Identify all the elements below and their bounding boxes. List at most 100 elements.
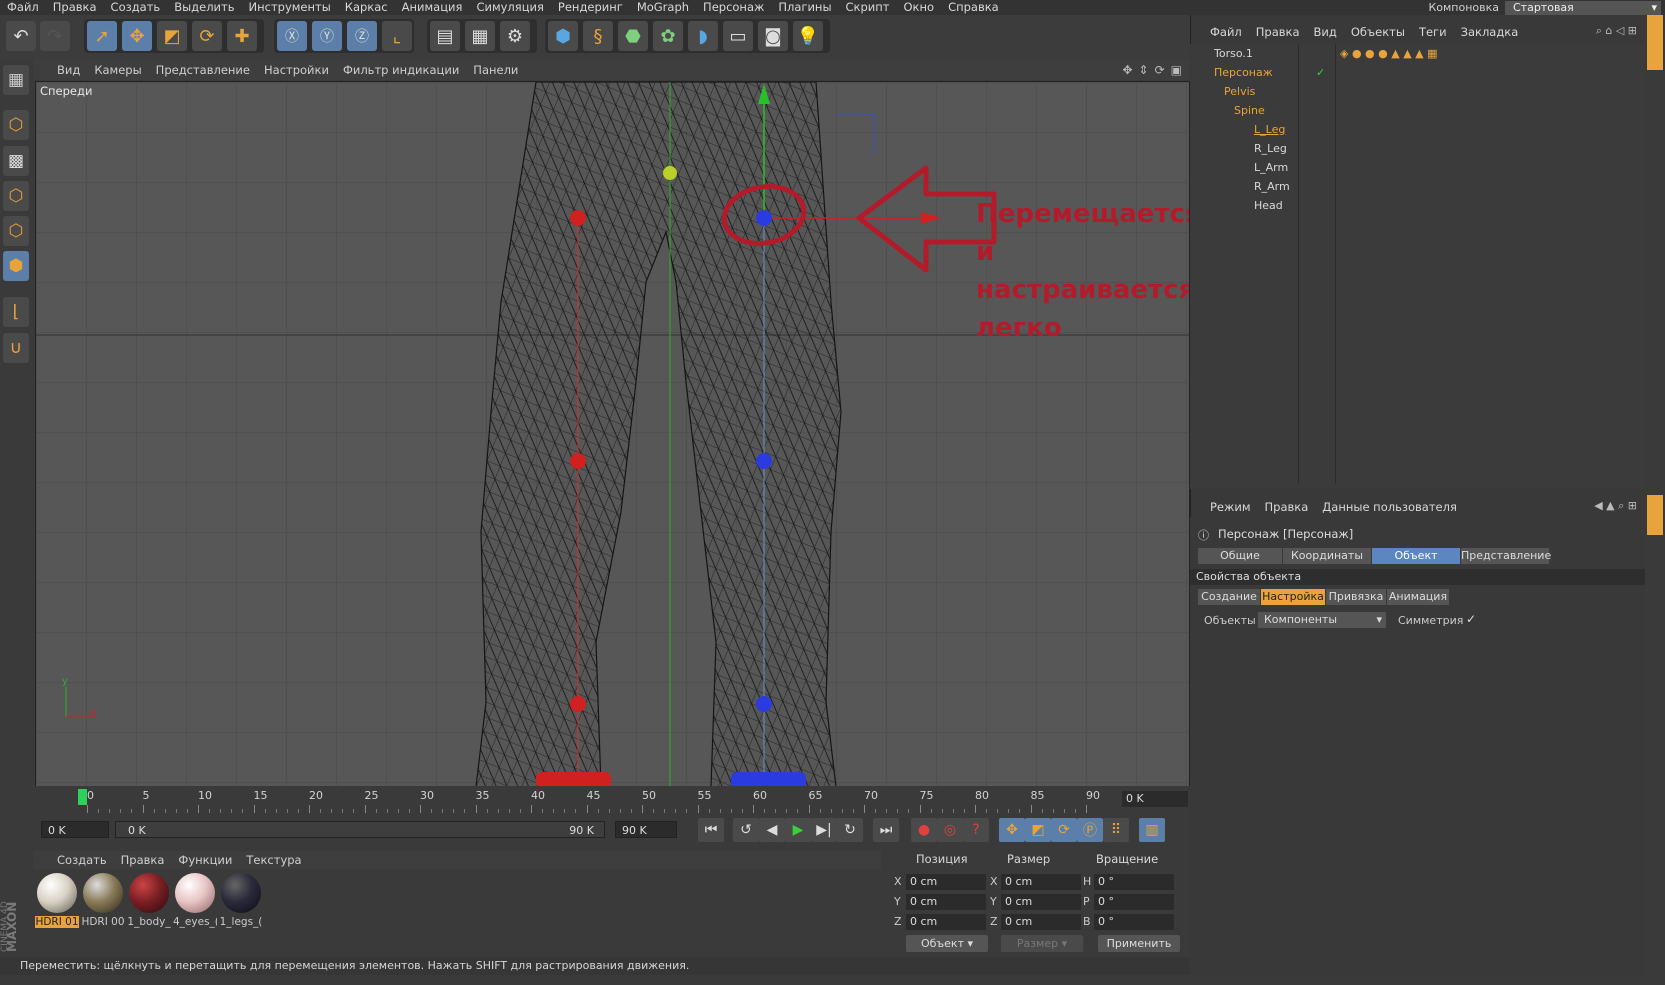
tab-coordinates[interactable]: Координаты <box>1283 548 1371 564</box>
menu-mograph[interactable]: MoGraph <box>630 0 696 14</box>
am-menu-userdata[interactable]: Данные пользователя <box>1315 497 1464 517</box>
vp-menu-display[interactable]: Представление <box>149 60 257 80</box>
deformer-icon[interactable]: ◗ <box>688 21 718 51</box>
menu-edit[interactable]: Правка <box>46 0 104 14</box>
tree-row[interactable]: R_Arm <box>1190 177 1645 196</box>
render-picture-viewer-icon[interactable]: ▦ <box>465 21 495 51</box>
coordinate-system-icon[interactable]: ⌞ <box>382 21 412 51</box>
pos-z-field[interactable]: 0 cm <box>906 914 986 930</box>
tab-object[interactable]: Объект <box>1372 548 1460 564</box>
subdivision-surface-icon[interactable]: ⬣ <box>618 21 648 51</box>
tree-row[interactable]: Spine <box>1190 101 1645 120</box>
timeline-window-icon[interactable]: ▥ <box>1139 818 1165 842</box>
vp-menu-cameras[interactable]: Камеры <box>87 60 148 80</box>
menu-select[interactable]: Выделить <box>167 0 241 14</box>
menu-window[interactable]: Окно <box>897 0 942 14</box>
record-icon[interactable]: ● <box>911 818 937 842</box>
rot-h-field[interactable]: 0 ° <box>1094 874 1174 890</box>
size-y-field[interactable]: 0 cm <box>1001 894 1081 910</box>
mat-menu-texture[interactable]: Текстура <box>239 851 308 869</box>
go-to-end-icon[interactable]: ⏭ <box>873 818 899 842</box>
orbit-icon[interactable]: ⟳ <box>1155 63 1165 77</box>
tab-display[interactable]: Представление <box>1461 548 1551 564</box>
key-rotation-icon[interactable]: ⟳ <box>1051 818 1077 842</box>
size-z-field[interactable]: 0 cm <box>1001 914 1081 930</box>
objects-dropdown[interactable]: Компоненты ▾ <box>1258 612 1386 628</box>
rotate-tool-icon[interactable]: ⟳ <box>192 21 222 51</box>
tree-row[interactable]: Персонаж ✓ <box>1190 63 1645 82</box>
vp-menu-panels[interactable]: Панели <box>466 60 525 80</box>
material-tags-icon[interactable]: ◈ ● ● ● ▲ ▲ ▲ ▦ <box>1340 44 1438 63</box>
am-nav-icon[interactable]: ◀ ▲ ⌕ ⊞ <box>1594 499 1637 513</box>
rot-p-field[interactable]: 0 ° <box>1094 894 1174 910</box>
select-cursor-icon[interactable]: ➚ <box>87 21 117 51</box>
menu-character[interactable]: Персонаж <box>696 0 771 14</box>
menu-mesh[interactable]: Каркас <box>338 0 395 14</box>
edges-mode-icon[interactable]: ⬡ <box>3 216 29 246</box>
end-frame-field[interactable]: 90 K <box>615 821 677 838</box>
mograph-cloner-icon[interactable]: ✿ <box>653 21 683 51</box>
prev-frame-icon[interactable]: ◀ <box>759 818 785 842</box>
material-item[interactable]: 4_eyes_( <box>173 872 217 928</box>
keyframe-selection-icon[interactable]: ? <box>963 818 989 842</box>
snap-magnet-icon[interactable]: ∪ <box>3 333 29 363</box>
material-item[interactable]: 1_legs_( <box>219 872 263 928</box>
points-mode-icon[interactable]: ⬡ <box>3 181 29 211</box>
vp-menu-options[interactable]: Настройки <box>257 60 336 80</box>
dolly-icon[interactable]: ⇕ <box>1139 63 1149 77</box>
pan-icon[interactable]: ✥ <box>1122 63 1132 77</box>
menu-simulation[interactable]: Симуляция <box>469 0 550 14</box>
next-frame-icon[interactable]: ▶| <box>811 818 837 842</box>
key-position-icon[interactable]: ✥ <box>999 818 1025 842</box>
key-scale-icon[interactable]: ◩ <box>1025 818 1051 842</box>
size-x-field[interactable]: 0 cm <box>1001 874 1081 890</box>
menu-file[interactable]: Файл <box>0 0 46 14</box>
om-search-icon[interactable]: ⌕ ⌂ ◁ ⊞ <box>1596 24 1637 38</box>
spline-pen-icon[interactable]: § <box>583 21 613 51</box>
om-menu-view[interactable]: Вид <box>1307 22 1344 42</box>
menu-create[interactable]: Создать <box>104 0 168 14</box>
om-menu-objects[interactable]: Объекты <box>1344 22 1412 42</box>
tree-row[interactable]: L_Leg <box>1190 120 1645 139</box>
timeline-ruler[interactable]: 0 5 10 15 20 25 30 35 40 45 50 55 60 65 70 75 80 85 90 0 K <box>33 786 1190 814</box>
cube-primitive-icon[interactable]: ⬢ <box>548 21 578 51</box>
menu-animation[interactable]: Анимация <box>395 0 470 14</box>
undo-icon[interactable]: ↶ <box>6 21 36 51</box>
tree-row[interactable]: R_Leg <box>1190 139 1645 158</box>
menu-plugins[interactable]: Плагины <box>771 0 838 14</box>
axis-mode-icon[interactable]: ⌊ <box>3 297 29 327</box>
material-item[interactable]: HDRI 00 <box>81 872 125 928</box>
autokey-icon[interactable]: ◎ <box>937 818 963 842</box>
polygons-mode-icon[interactable]: ⬢ <box>3 251 29 281</box>
next-key-icon[interactable]: ↻ <box>837 818 863 842</box>
am-menu-mode[interactable]: Режим <box>1190 497 1258 517</box>
layout-dropdown[interactable]: Стартовая ▾ <box>1505 0 1661 15</box>
playhead[interactable] <box>78 789 87 805</box>
subtab-binding[interactable]: Привязка <box>1326 589 1386 605</box>
mat-menu-create[interactable]: Создать <box>33 851 114 869</box>
tab-basic[interactable]: Общие <box>1198 548 1282 564</box>
mat-menu-function[interactable]: Функции <box>171 851 239 869</box>
prev-key-icon[interactable]: ↺ <box>733 818 759 842</box>
camera-icon[interactable]: ◙ <box>758 21 788 51</box>
symmetry-checkbox[interactable]: ✓ <box>1466 612 1476 626</box>
play-icon[interactable]: ▶ <box>785 818 811 842</box>
tree-row[interactable]: Pelvis <box>1190 82 1645 101</box>
start-frame-field[interactable]: 0 K <box>41 821 109 838</box>
subtab-animate[interactable]: Анимация <box>1387 589 1449 605</box>
maximize-view-icon[interactable]: ▣ <box>1171 63 1182 77</box>
material-item[interactable]: 1_body_ <box>127 872 171 928</box>
z-axis-lock-icon[interactable]: Ⓩ <box>347 21 377 51</box>
preview-range-slider[interactable]: 0 K 90 K <box>115 821 605 838</box>
y-axis-lock-icon[interactable]: Ⓨ <box>312 21 342 51</box>
vp-menu-filter[interactable]: Фильтр индикации <box>336 60 466 80</box>
render-view-icon[interactable]: ▤ <box>430 21 460 51</box>
om-menu-bookmarks[interactable]: Закладка <box>1454 22 1526 42</box>
menu-help[interactable]: Справка <box>941 0 1006 14</box>
check-icon[interactable]: ✓ <box>1316 63 1325 82</box>
material-item[interactable]: HDRI 01 <box>35 872 79 928</box>
add-object-icon[interactable]: ✚ <box>227 21 257 51</box>
subtab-adjust[interactable]: Настройка <box>1261 589 1325 605</box>
light-bulb-icon[interactable]: 💡 <box>793 21 823 51</box>
tree-row[interactable]: Torso.1 ◈ ● ● ● ▲ ▲ ▲ ▦ <box>1190 44 1645 63</box>
